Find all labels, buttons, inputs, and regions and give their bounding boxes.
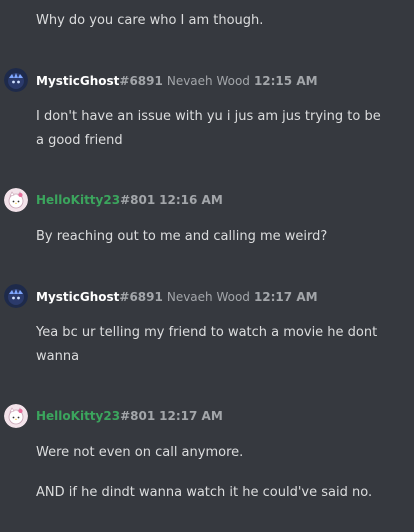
avatar[interactable]	[4, 284, 28, 308]
avatar[interactable]	[4, 188, 28, 212]
author-name[interactable]: MysticGhost	[36, 74, 119, 88]
message-text: Yea bc ur telling my friend to watch a m…	[36, 325, 378, 364]
ghost-crown-avatar-icon	[4, 68, 28, 92]
author-nickname: Nevaeh Wood	[166, 290, 250, 304]
hello-kitty-avatar-icon	[4, 404, 28, 428]
message-header: HelloKitty23#801 12:16 AM	[36, 191, 223, 209]
hello-kitty-avatar-icon	[4, 188, 28, 212]
message-header: MysticGhost#6891 Nevaeh Wood 12:17 AM	[36, 288, 318, 306]
timestamp[interactable]: 12:16 AM	[159, 193, 223, 207]
author-discriminator: #6891	[119, 74, 163, 88]
timestamp[interactable]: 12:15 AM	[254, 74, 318, 88]
message-header: MysticGhost#6891 Nevaeh Wood 12:15 AM	[36, 72, 318, 90]
avatar[interactable]	[4, 404, 28, 428]
chat-log: Why do you care who I am though. MysticG…	[0, 0, 414, 532]
message-text: I don't have an issue with yu i jus am j…	[36, 109, 381, 148]
author-name[interactable]: MysticGhost	[36, 290, 119, 304]
author-discriminator: #801	[120, 409, 156, 423]
author-name[interactable]: HelloKitty23	[36, 193, 120, 207]
avatar[interactable]	[4, 68, 28, 92]
author-name[interactable]: HelloKitty23	[36, 409, 120, 423]
message-header: HelloKitty23#801 12:17 AM	[36, 407, 223, 425]
message-text: AND if he dindt wanna watch it he could'…	[36, 485, 373, 500]
author-discriminator: #6891	[119, 290, 163, 304]
message-text: Why do you care who I am though.	[36, 13, 264, 28]
message-text: Were not even on call anymore.	[36, 445, 244, 460]
timestamp[interactable]: 12:17 AM	[159, 409, 223, 423]
author-discriminator: #801	[120, 193, 156, 207]
author-nickname: Nevaeh Wood	[166, 74, 250, 88]
ghost-crown-avatar-icon	[4, 284, 28, 308]
message-text: By reaching out to me and calling me wei…	[36, 229, 328, 244]
timestamp[interactable]: 12:17 AM	[254, 290, 318, 304]
